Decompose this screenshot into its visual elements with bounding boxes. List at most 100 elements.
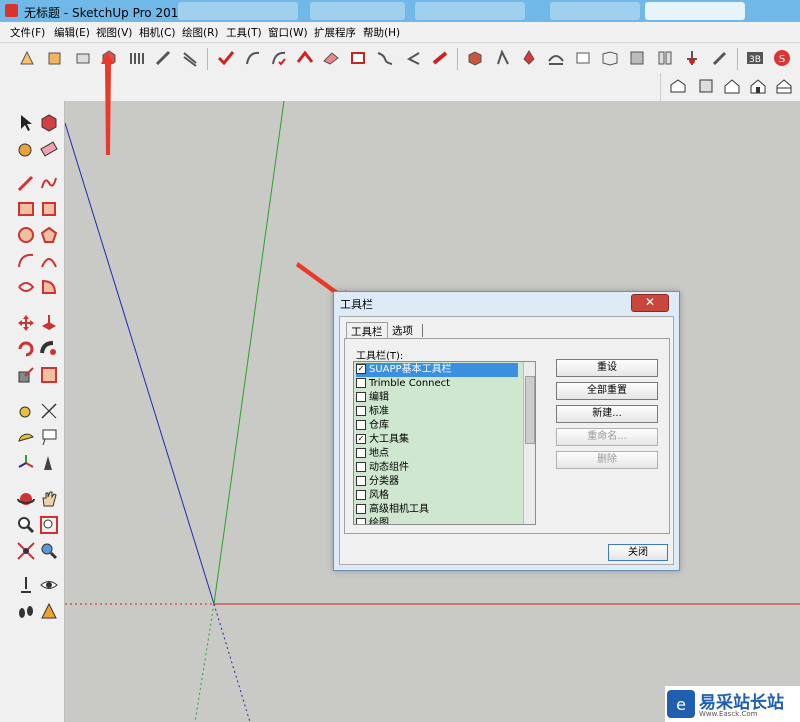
list-item[interactable]: ✓ 大工具集 — [356, 433, 518, 447]
list-item[interactable]: ✓ SUAPP基本工具栏 — [356, 363, 518, 377]
rotated-rect-icon[interactable] — [39, 199, 59, 219]
front-view-icon[interactable] — [723, 77, 741, 95]
checkbox-icon[interactable] — [356, 406, 366, 416]
move-icon[interactable] — [16, 313, 36, 333]
menu-view[interactable]: 视图(V) — [96, 25, 132, 40]
reset-all-button[interactable]: 全部重置 — [556, 382, 658, 400]
menu-extensions[interactable]: 扩展程序 — [314, 25, 356, 40]
book-icon[interactable] — [601, 49, 619, 67]
level-tool-icon[interactable] — [683, 49, 701, 67]
orbit-icon[interactable] — [16, 489, 36, 509]
scale-icon[interactable] — [16, 365, 36, 385]
menu-camera[interactable]: 相机(C) — [139, 25, 176, 40]
reset-button[interactable]: 重设 — [556, 359, 658, 377]
3d-text-icon[interactable] — [39, 453, 59, 473]
checkbox-icon[interactable] — [356, 476, 366, 486]
tape-measure-icon[interactable] — [16, 401, 36, 421]
text-tool-icon[interactable] — [39, 427, 59, 447]
face-tool-icon[interactable] — [349, 49, 367, 67]
arc-bridge-icon[interactable] — [547, 49, 565, 67]
checkbox-icon[interactable] — [356, 420, 366, 430]
check-tool-icon[interactable] — [217, 49, 235, 67]
list-item[interactable]: 编辑 — [356, 391, 518, 405]
zoom-extents-icon[interactable] — [16, 541, 36, 561]
columns-icon[interactable] — [128, 49, 146, 67]
path-tool-icon[interactable] — [376, 49, 394, 67]
walk-icon[interactable] — [16, 601, 36, 621]
roof-tool-icon[interactable] — [296, 49, 314, 67]
circle-icon[interactable] — [16, 225, 36, 245]
menu-draw[interactable]: 绘图(R) — [182, 25, 219, 40]
red-box-icon[interactable] — [100, 49, 118, 67]
list-item[interactable]: 地点 — [356, 447, 518, 461]
checkbox-icon[interactable] — [356, 378, 366, 388]
slanted-lines-icon[interactable] — [181, 49, 199, 67]
follow-me-icon[interactable] — [39, 339, 59, 359]
checkbox-icon[interactable] — [356, 448, 366, 458]
protractor-icon[interactable] — [16, 427, 36, 447]
menu-edit[interactable]: 编辑(E) — [54, 25, 90, 40]
top-view-icon[interactable] — [697, 77, 715, 95]
list-item[interactable]: Trimble Connect — [356, 377, 518, 391]
dimension-icon[interactable] — [39, 401, 59, 421]
pan-hand-icon[interactable] — [39, 489, 59, 509]
rectangle-icon[interactable] — [16, 199, 36, 219]
pie-icon[interactable] — [39, 277, 59, 297]
checkbox-icon[interactable] — [356, 490, 366, 500]
list-item[interactable]: 仓库 — [356, 419, 518, 433]
checkbox-icon[interactable] — [356, 392, 366, 402]
delete-button[interactable]: 删除 — [556, 451, 658, 469]
scrollbar-thumb[interactable] — [525, 376, 535, 444]
right-view-icon[interactable] — [749, 77, 767, 95]
zoom-window-icon[interactable] — [39, 515, 59, 535]
list-item[interactable]: 高级相机工具 — [356, 503, 518, 517]
three-point-arc-icon[interactable] — [16, 277, 36, 297]
doors-icon[interactable] — [656, 49, 674, 67]
new-button[interactable]: 新建... — [556, 405, 658, 423]
rect-box-icon[interactable] — [74, 49, 92, 67]
pencil-tool-icon[interactable] — [711, 49, 729, 67]
close-button[interactable]: 关闭 — [608, 544, 668, 561]
checkbox-checked-icon[interactable]: ✓ — [356, 434, 366, 444]
section-plane-icon[interactable] — [39, 601, 59, 621]
list-item[interactable]: 分类器 — [356, 475, 518, 489]
cube-icon[interactable] — [628, 49, 646, 67]
list-item[interactable]: 标准 — [356, 405, 518, 419]
plane-tool-icon[interactable] — [322, 49, 340, 67]
two-point-arc-icon[interactable] — [39, 251, 59, 271]
list-item[interactable]: 动态组件 — [356, 461, 518, 475]
list-item[interactable]: 风格 — [356, 489, 518, 503]
box-solid-icon[interactable] — [466, 49, 484, 67]
arc-icon[interactable] — [16, 251, 36, 271]
menu-window[interactable]: 窗口(W) — [268, 25, 308, 40]
polygon-icon[interactable] — [39, 225, 59, 245]
look-around-icon[interactable] — [39, 575, 59, 595]
offset-icon[interactable] — [39, 365, 59, 385]
menu-help[interactable]: 帮助(H) — [363, 25, 400, 40]
menu-file[interactable]: 文件(F) — [10, 25, 45, 40]
freehand-icon[interactable] — [39, 173, 59, 193]
red-s-icon[interactable]: S — [773, 49, 791, 67]
checkbox-icon[interactable] — [356, 504, 366, 514]
rename-button[interactable]: 重命名... — [556, 428, 658, 446]
zoom-icon[interactable] — [16, 515, 36, 535]
make-component-icon[interactable] — [39, 113, 59, 133]
select-arrow-icon[interactable] — [16, 113, 36, 133]
select-box-icon[interactable] — [18, 49, 36, 67]
push-red-icon[interactable] — [431, 49, 449, 67]
position-camera-icon[interactable] — [16, 575, 36, 595]
axes-icon[interactable] — [16, 453, 36, 473]
checkbox-icon[interactable] — [356, 462, 366, 472]
list-scrollbar[interactable] — [523, 362, 535, 524]
previous-view-icon[interactable] — [39, 541, 59, 561]
panel-icon[interactable] — [574, 49, 592, 67]
iso-view-icon[interactable] — [669, 77, 687, 95]
checkbox-checked-icon[interactable]: ✓ — [356, 364, 366, 374]
arrow-tool-icon[interactable] — [404, 49, 422, 67]
stairs-icon[interactable] — [155, 49, 173, 67]
eraser-icon[interactable] — [39, 139, 59, 159]
toolbar-list[interactable]: ✓ SUAPP基本工具栏 Trimble Connect 编辑 标准 仓库 ✓ 大工… — [353, 361, 536, 525]
back-view-icon[interactable] — [775, 77, 793, 95]
rotate-icon[interactable] — [16, 339, 36, 359]
menu-tools[interactable]: 工具(T) — [226, 25, 262, 40]
